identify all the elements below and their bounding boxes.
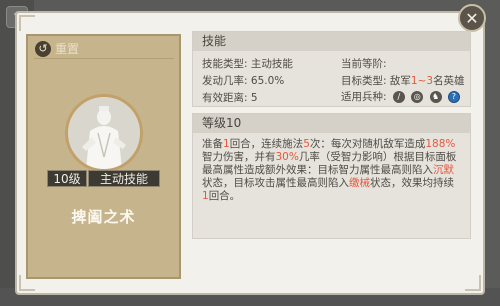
horse-icon[interactable]: ♞ <box>429 91 442 103</box>
reset-icon: ↺ <box>35 40 51 57</box>
target-range: 1~3 <box>410 75 434 87</box>
close-button[interactable]: ✕ <box>458 4 486 32</box>
question-icon[interactable]: ? <box>447 91 460 103</box>
range-row: 有效距离: 5 <box>202 92 258 104</box>
skill-level-badge: 10级 <box>47 170 87 187</box>
target-type-row: 目标类型: 敌军1~3名英雄 <box>341 75 465 87</box>
close-icon: ✕ <box>465 8 479 28</box>
bow-icon[interactable]: ◎ <box>411 91 424 103</box>
skill-type-value: 主动技能 <box>250 58 293 70</box>
level-description-box: 等级10 准备1回合，连续施法5次：每次对随机敌军造成188%智力伤害，并有30… <box>192 113 471 239</box>
skill-name: 捭阖之术 <box>71 208 136 226</box>
current-level-row: 当前等阶: <box>341 58 387 70</box>
reset-button[interactable]: ↺ 重置 <box>35 40 79 57</box>
skill-description: 准备1回合，连续施法5次：每次对随机敌军造成188%智力伤害，并有30%几率（受… <box>202 138 457 202</box>
trigger-rate-row: 发动几率: 65.0% <box>202 75 285 87</box>
reset-label: 重置 <box>55 42 80 56</box>
skill-type-badge: 主动技能 <box>88 170 160 187</box>
skill-portrait <box>65 94 143 172</box>
trigger-rate-value: 65.0% <box>250 75 285 87</box>
range-value: 5 <box>250 92 258 104</box>
skill-info-header: 技能 <box>193 32 470 51</box>
skill-type-row: 技能类型: 主动技能 <box>202 58 293 70</box>
unit-types-row: 适用兵种: ∕ ◎ ♞ ? <box>341 89 460 104</box>
skill-card: ↺ 重置 10级 主动技能 捭阖之术 <box>26 34 181 279</box>
level-header: 等级10 <box>193 114 470 133</box>
spear-icon[interactable]: ∕ <box>392 91 405 103</box>
hero-figure-icon <box>68 97 140 169</box>
skill-info-box: 技能 技能类型: 主动技能 当前等阶: 发动几率: 65.0% 目标类型: 敌军… <box>192 31 471 107</box>
